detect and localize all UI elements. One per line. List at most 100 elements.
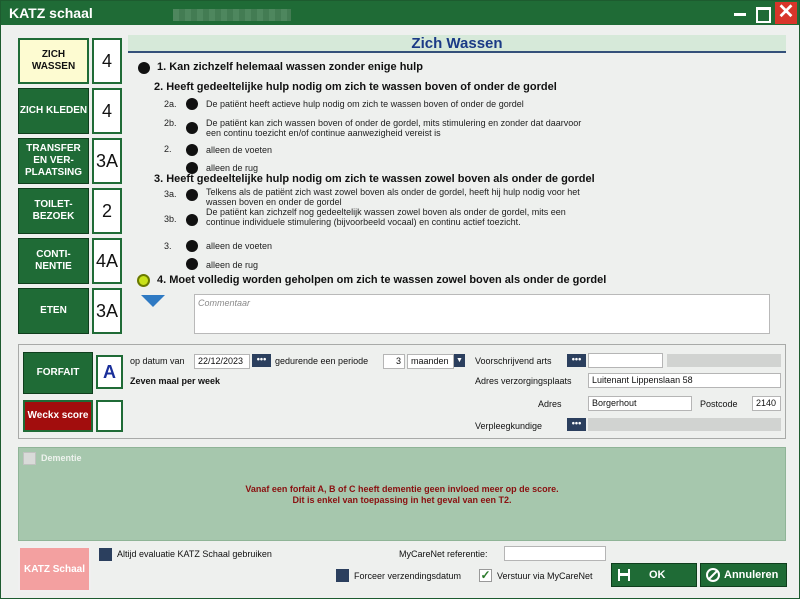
- category-label: ETEN: [40, 305, 67, 316]
- weckx-label: Weckx score: [27, 410, 89, 421]
- category-label: TRANSFER EN VER-PLAATSING: [24, 143, 83, 178]
- weckx-value: [96, 400, 123, 432]
- category-zich-kleden[interactable]: ZICH KLEDEN: [18, 88, 89, 134]
- category-score: 3A: [92, 288, 122, 334]
- verstuur-checkbox[interactable]: ✓: [479, 569, 492, 582]
- sub-code: 2a.: [164, 99, 177, 109]
- date-input[interactable]: 22/12/2023: [194, 354, 250, 369]
- frequency-text: Zeven maal per week: [130, 376, 221, 386]
- category-score: 4A: [92, 238, 122, 284]
- category-label: ZICH KLEDEN: [19, 105, 88, 116]
- altijd-evaluatie-checkbox[interactable]: [99, 548, 112, 561]
- option-3-voeten-radio[interactable]: [186, 240, 198, 252]
- option-2a-radio[interactable]: [186, 98, 198, 110]
- katz-schaal-button[interactable]: KATZ Schaal: [18, 546, 91, 592]
- category-label: ZICH WASSEN: [31, 49, 76, 72]
- section-title: Zich Wassen: [128, 35, 786, 53]
- title-bar: KATZ schaal ✕: [1, 1, 799, 25]
- sub-code: 2b.: [164, 118, 177, 128]
- sub-code: 3b.: [164, 214, 177, 224]
- forfait-label: FORFAIT: [36, 367, 80, 378]
- verpleegkundige-label: Verpleegkundige: [475, 421, 543, 431]
- annuleren-button[interactable]: Annuleren: [700, 563, 787, 587]
- ok-button[interactable]: OK: [611, 563, 697, 587]
- sub-text: alleen de voeten: [206, 145, 273, 155]
- cancel-icon: [706, 568, 720, 582]
- option-3a-radio[interactable]: [186, 189, 198, 201]
- warning-line-1: Vanaf een forfait A, B of C heeft dement…: [245, 484, 559, 494]
- close-icon[interactable]: ✕: [775, 2, 797, 24]
- verpleegkundige-field: [588, 418, 781, 431]
- arts-input[interactable]: [588, 353, 663, 368]
- adres-input[interactable]: Borgerhout: [588, 396, 692, 411]
- adres-verzorgingsplaats-input[interactable]: Luitenant Lippenslaan 58: [588, 373, 781, 388]
- category-toiletbezoek[interactable]: TOILET-BEZOEK: [18, 188, 89, 234]
- category-label: CONTI-NENTIE: [35, 249, 72, 272]
- mycarenet-ref-input[interactable]: [504, 546, 606, 561]
- category-score: 2: [92, 188, 122, 234]
- option-1-label: 1. Kan zichzelf helemaal wassen zonder e…: [157, 61, 423, 73]
- altijd-evaluatie-label: Altijd evaluatie KATZ Schaal gebruiken: [117, 549, 272, 559]
- arts-picker-button[interactable]: •••: [567, 354, 586, 367]
- expand-triangle-icon[interactable]: [141, 295, 165, 307]
- forceer-checkbox[interactable]: [336, 569, 349, 582]
- option-3-rug-radio[interactable]: [186, 258, 198, 270]
- adres-verzorgingsplaats-label: Adres verzorgingsplaats: [475, 376, 572, 386]
- gedurende-label: gedurende een periode: [275, 356, 369, 366]
- date-picker-button[interactable]: •••: [252, 354, 271, 367]
- arts-name-field: [667, 354, 781, 367]
- dementie-checkbox[interactable]: [23, 452, 36, 465]
- option-3-label: 3. Heeft gedeeltelijke hulp nodig om zic…: [154, 173, 595, 185]
- sub-text: Telkens als de patiënt zich wast zowel b…: [206, 187, 580, 207]
- chevron-down-icon[interactable]: ▼: [454, 354, 465, 367]
- postcode-label: Postcode: [700, 399, 738, 409]
- category-score: 4: [92, 88, 122, 134]
- dementie-warning: Vanaf een forfait A, B of C heeft dement…: [18, 484, 786, 506]
- sub-text: alleen de rug: [206, 163, 259, 173]
- period-input[interactable]: 3: [383, 354, 405, 369]
- option-1-radio[interactable]: [138, 62, 150, 74]
- verstuur-label: Verstuur via MyCareNet: [497, 571, 593, 581]
- sub-code: 3a.: [164, 189, 177, 199]
- maximize-icon[interactable]: [753, 4, 771, 23]
- minimize-icon[interactable]: [731, 4, 749, 22]
- adres-label: Adres: [538, 399, 562, 409]
- category-continentie[interactable]: CONTI-NENTIE: [18, 238, 89, 284]
- category-score: 3A: [92, 138, 122, 184]
- option-2b-radio[interactable]: [186, 122, 198, 134]
- katz-schaal-label: KATZ Schaal: [24, 563, 85, 575]
- sub-text: De patiënt kan zich wassen boven of onde…: [206, 118, 582, 138]
- dementie-label: Dementie: [41, 453, 82, 463]
- sub-code: 2.: [164, 144, 172, 154]
- category-transfer[interactable]: TRANSFER EN VER-PLAATSING: [18, 138, 89, 184]
- sub-text: alleen de voeten: [206, 241, 273, 251]
- postcode-input[interactable]: 2140: [752, 396, 781, 411]
- warning-line-2: Dit is enkel van toepassing in het geval…: [292, 495, 512, 505]
- category-score: 4: [92, 38, 122, 84]
- option-3b-radio[interactable]: [186, 214, 198, 226]
- option-4-radio[interactable]: [137, 274, 150, 287]
- arts-label: Voorschrijvend arts: [475, 356, 552, 366]
- sub-text: De patiënt heeft actieve hulp nodig om z…: [206, 99, 524, 109]
- annuleren-label: Annuleren: [724, 569, 779, 581]
- unit-select[interactable]: maanden: [407, 354, 454, 369]
- forfait-letter: A: [96, 355, 123, 389]
- sub-text: De patiënt kan zichzelf nog gedeeltelijk…: [206, 207, 566, 227]
- category-zich-wassen[interactable]: ZICH WASSEN: [18, 38, 89, 84]
- sub-text: alleen de rug: [206, 260, 259, 270]
- sub-code: 3.: [164, 241, 172, 251]
- comment-field[interactable]: Commentaar: [194, 294, 770, 334]
- weckx-button[interactable]: Weckx score: [23, 400, 93, 432]
- category-label: TOILET-BEZOEK: [32, 199, 75, 222]
- katz-window: KATZ schaal ✕ ZICH WASSEN 4 ZICH KLEDEN …: [0, 0, 800, 599]
- op-datum-label: op datum van: [130, 356, 185, 366]
- forceer-label: Forceer verzendingsdatum: [354, 571, 462, 581]
- blurred-patient-name: [173, 9, 291, 21]
- category-eten[interactable]: ETEN: [18, 288, 89, 334]
- ok-label: OK: [649, 569, 666, 581]
- forfait-button[interactable]: FORFAIT: [23, 352, 93, 394]
- window-title: KATZ schaal: [9, 5, 93, 21]
- verpleegkundige-picker-button[interactable]: •••: [567, 418, 586, 431]
- option-2-voeten-radio[interactable]: [186, 144, 198, 156]
- option-4-label: 4. Moet volledig worden geholpen om zich…: [157, 274, 607, 286]
